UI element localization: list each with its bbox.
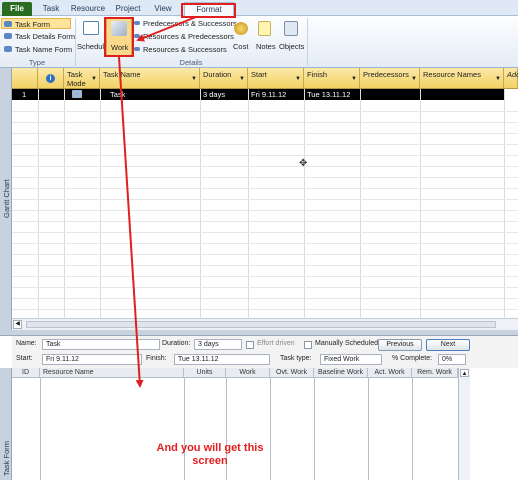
annotation-callout: And you will get this screen [156,442,264,467]
annotation-arrows [118,16,197,388]
arrow-to-work-button [136,16,197,42]
arrow-to-task-form [118,56,144,388]
